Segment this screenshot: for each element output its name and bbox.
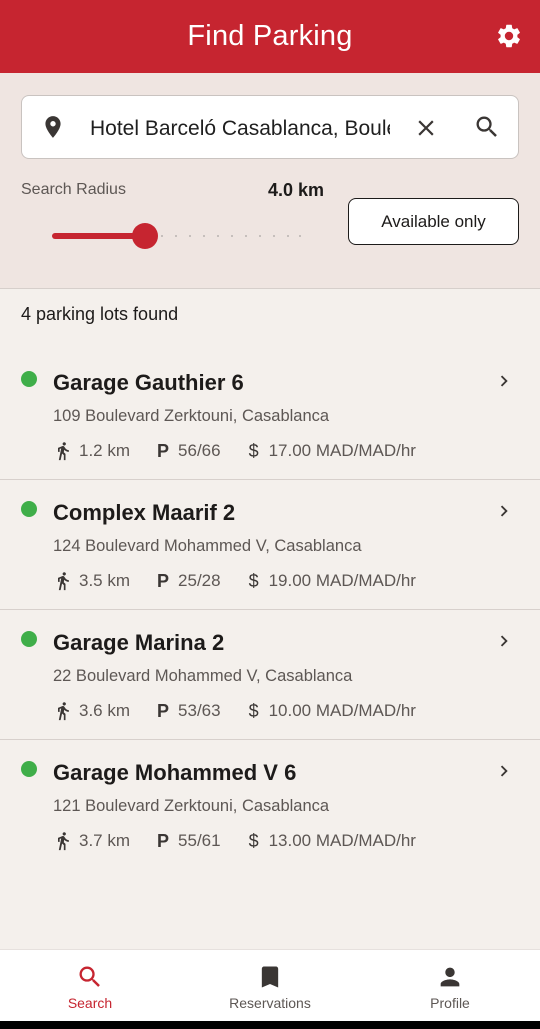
parking-icon: P: [157, 700, 170, 721]
chevron-right-icon: [500, 375, 508, 387]
system-navigation-bar: [0, 1021, 540, 1029]
lot-meta: 1.2 km P 56/66 $ 17.00 MAD/MAD/hr: [53, 440, 416, 462]
radius-slider[interactable]: [52, 221, 302, 251]
lot-address: 22 Boulevard Mohammed V, Casablanca: [53, 667, 353, 685]
parking-lot-list: Garage Gauthier 6 109 Boulevard Zerktoun…: [0, 350, 540, 870]
app-bar: Find Parking: [0, 0, 540, 73]
nav-label: Search: [67, 995, 113, 1011]
walking-icon: [58, 572, 69, 591]
chevron-right-icon: [500, 635, 508, 647]
nav-label: Profile: [430, 995, 470, 1011]
lot-address: 124 Boulevard Mohammed V, Casablanca: [53, 537, 362, 555]
search-icon[interactable]: [473, 113, 501, 141]
dollar-icon: $: [248, 700, 259, 721]
parking-icon: P: [157, 830, 170, 851]
lot-spots: 25/28: [178, 571, 221, 590]
status-indicator: [21, 631, 37, 647]
walking-icon: [58, 832, 69, 851]
gear-icon: [498, 24, 520, 48]
page-title: Find Parking: [187, 20, 353, 52]
lot-distance: 3.6 km: [79, 701, 131, 720]
slider-track: [147, 235, 301, 237]
lot-name: Garage Gauthier 6: [53, 370, 244, 395]
lot-spots: 53/63: [178, 701, 221, 720]
lot-spots: 55/61: [178, 831, 221, 850]
lot-price: 10.00 MAD/MAD/hr: [268, 701, 416, 720]
nav-label: Reservations: [229, 995, 311, 1011]
search-bar: [21, 95, 519, 159]
person-icon: [440, 967, 460, 987]
search-icon: [79, 966, 100, 987]
bottom-navigation: Search Reservations Profile: [0, 949, 540, 1021]
parking-icon: P: [157, 570, 170, 591]
list-item[interactable]: Garage Gauthier 6 109 Boulevard Zerktoun…: [0, 350, 540, 480]
nav-item-search[interactable]: Search: [0, 950, 180, 1021]
chevron-right-icon: [500, 505, 508, 517]
lot-name: Garage Mohammed V 6: [53, 760, 297, 785]
results-count: 4 parking lots found: [21, 304, 179, 324]
location-pin-icon: [45, 116, 61, 138]
lot-address: 109 Boulevard Zerktouni, Casablanca: [53, 407, 330, 425]
walking-icon: [58, 442, 69, 461]
dollar-icon: $: [248, 830, 259, 851]
available-only-button[interactable]: Available only: [348, 198, 519, 245]
lot-distance: 1.2 km: [79, 441, 131, 460]
lot-name: Complex Maarif 2: [53, 500, 236, 525]
status-indicator: [21, 761, 37, 777]
lot-price: 13.00 MAD/MAD/hr: [268, 831, 416, 850]
dollar-icon: $: [248, 570, 259, 591]
nav-item-reservations[interactable]: Reservations: [180, 950, 360, 1021]
walking-icon: [58, 702, 69, 721]
list-item[interactable]: Garage Marina 2 22 Boulevard Mohammed V,…: [0, 610, 540, 740]
search-input[interactable]: [90, 115, 390, 143]
parking-icon: P: [157, 440, 170, 461]
list-item[interactable]: Garage Mohammed V 6 121 Boulevard Zerkto…: [0, 740, 540, 870]
close-icon[interactable]: [413, 115, 439, 141]
lot-meta: 3.6 km P 53/63 $ 10.00 MAD/MAD/hr: [53, 700, 416, 722]
lot-meta: 3.7 km P 55/61 $ 13.00 MAD/MAD/hr: [53, 830, 416, 852]
slider-thumb[interactable]: [132, 223, 158, 249]
lot-price: 17.00 MAD/MAD/hr: [268, 441, 416, 460]
settings-button[interactable]: [494, 21, 524, 51]
status-indicator: [21, 501, 37, 517]
lot-name: Garage Marina 2: [53, 630, 225, 655]
dollar-icon: $: [248, 440, 259, 461]
lot-price: 19.00 MAD/MAD/hr: [268, 571, 416, 590]
search-panel: Search Radius 4.0 km Available only: [0, 73, 540, 289]
lot-meta: 3.5 km P 25/28 $ 19.00 MAD/MAD/hr: [53, 570, 416, 592]
lot-spots: 56/66: [178, 441, 221, 460]
radius-value: 4.0 km: [268, 180, 325, 200]
nav-item-profile[interactable]: Profile: [360, 950, 540, 1021]
list-item[interactable]: Complex Maarif 2 124 Boulevard Mohammed …: [0, 480, 540, 610]
status-indicator: [21, 371, 37, 387]
lot-distance: 3.5 km: [79, 571, 131, 590]
chevron-right-icon: [500, 765, 508, 777]
bookmark-icon: [261, 966, 279, 988]
lot-distance: 3.7 km: [79, 831, 131, 850]
lot-address: 121 Boulevard Zerktouni, Casablanca: [53, 797, 330, 815]
radius-label: Search Radius: [21, 181, 126, 198]
